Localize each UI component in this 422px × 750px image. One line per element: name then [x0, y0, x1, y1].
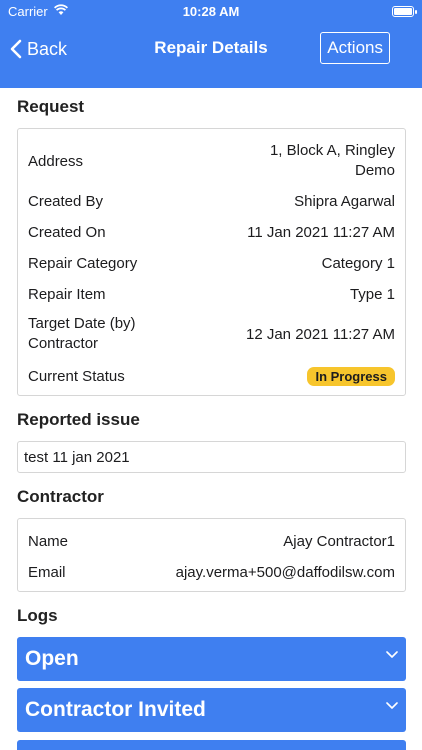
- row-label: Repair Category: [28, 254, 138, 272]
- log-item-open[interactable]: Open: [17, 637, 406, 681]
- reported-issue-field: test 11 jan 2021: [17, 441, 406, 473]
- request-row-repair-category: Repair Category Category 1: [28, 253, 395, 273]
- request-row-target-date: Target Date (by) Contractor 12 Jan 2021 …: [28, 314, 395, 354]
- request-row-address: Address 1, Block A, Ringley Demo: [28, 141, 395, 181]
- clock: 10:28 AM: [182, 4, 240, 19]
- request-row-created-by: Created By Shipra Agarwal: [28, 191, 395, 211]
- row-label: Created By: [28, 192, 104, 210]
- row-value: 1, Block A, Ringley Demo: [269, 142, 395, 179]
- request-section-title: Request: [17, 97, 85, 116]
- log-item-label: Open: [25, 647, 79, 670]
- row-label: Repair Item: [28, 285, 106, 303]
- row-label: Email: [28, 563, 66, 581]
- row-value: 11 Jan 2021 11:27 AM: [247, 223, 395, 241]
- battery-icon: [392, 6, 417, 17]
- contractor-row-email: Email ajay.verma+500@daffodilsw.com: [28, 562, 395, 582]
- request-card: Address 1, Block A, Ringley Demo Created…: [17, 128, 406, 396]
- log-item-contractor-invited[interactable]: Contractor Invited: [17, 688, 406, 732]
- log-item-partial[interactable]: [17, 740, 406, 750]
- row-label: Target Date (by) Contractor: [28, 315, 136, 352]
- row-value: ajay.verma+500@daffodilsw.com: [175, 563, 395, 581]
- request-row-current-status: Current Status In Progress: [28, 365, 395, 387]
- contractor-row-name: Name Ajay Contractor1: [28, 531, 395, 551]
- navigation-header: Carrier 10:28 AM Back Repair Details Act…: [0, 0, 422, 88]
- request-row-repair-item: Repair Item Type 1: [28, 284, 395, 304]
- reported-issue-title: Reported issue: [17, 410, 140, 429]
- row-label: Address: [28, 152, 84, 170]
- chevron-down-icon: [386, 651, 398, 658]
- status-badge: In Progress: [307, 366, 395, 386]
- row-label: Name: [28, 532, 69, 550]
- row-value: Type 1: [349, 285, 395, 303]
- log-item-label: Contractor Invited: [25, 698, 206, 721]
- row-label: Created On: [28, 223, 106, 241]
- logs-section-title: Logs: [17, 606, 58, 625]
- actions-button[interactable]: Actions: [320, 32, 390, 64]
- row-value: Ajay Contractor1: [283, 532, 395, 550]
- row-label: Current Status: [28, 367, 125, 385]
- contractor-card: Name Ajay Contractor1 Email ajay.verma+5…: [17, 518, 406, 592]
- row-value: Shipra Agarwal: [294, 192, 395, 210]
- row-value: Category 1: [321, 254, 395, 272]
- request-row-created-on: Created On 11 Jan 2021 11:27 AM: [28, 222, 395, 242]
- row-value: 12 Jan 2021 11:27 AM: [245, 325, 395, 343]
- status-bar: Carrier 10:28 AM: [0, 0, 422, 24]
- chevron-down-icon: [386, 702, 398, 709]
- contractor-section-title: Contractor: [17, 487, 104, 506]
